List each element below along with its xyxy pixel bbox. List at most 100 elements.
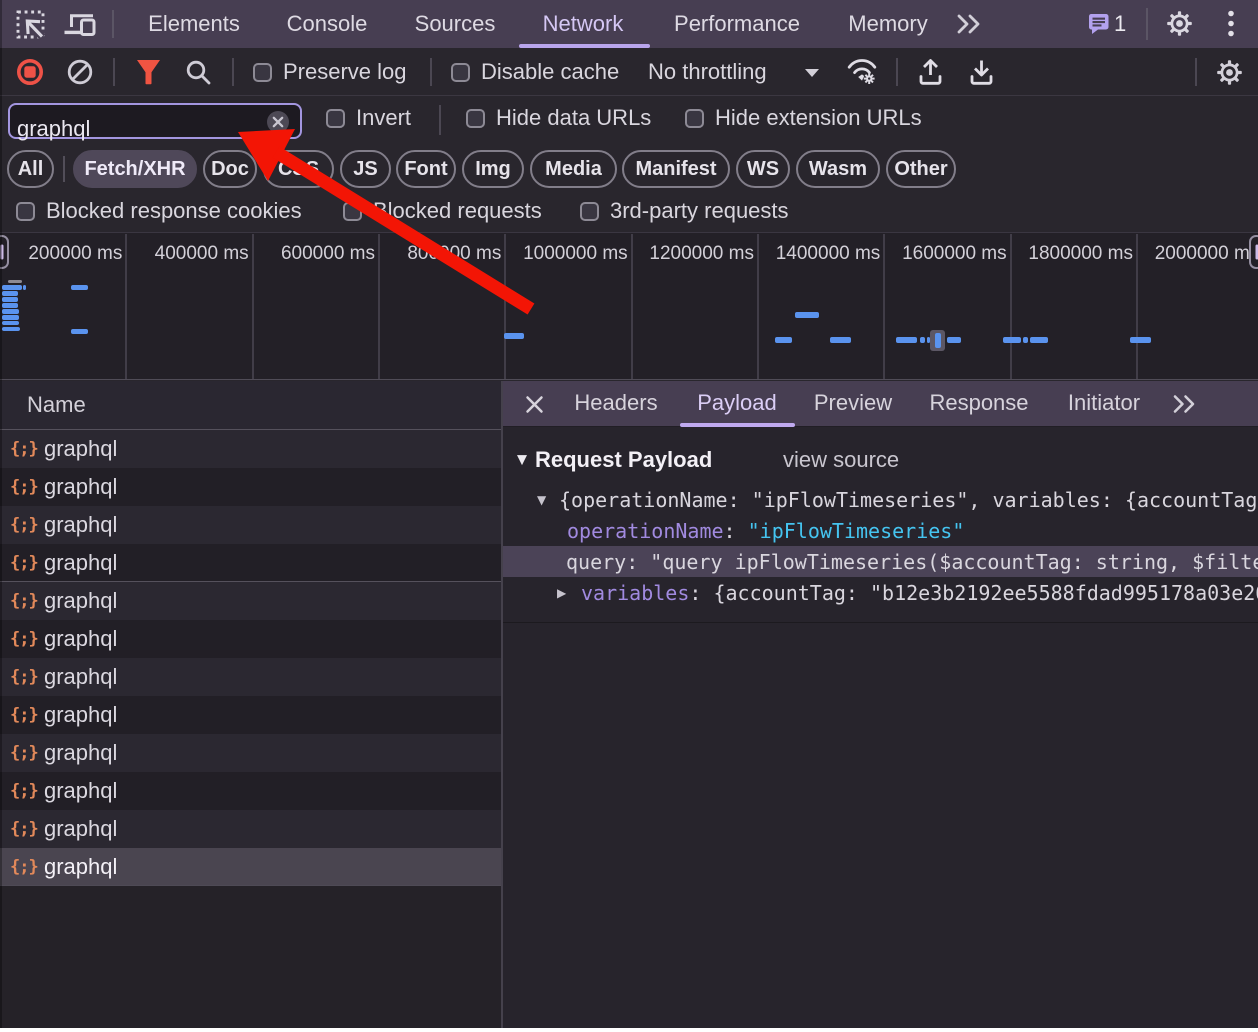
chip-ws[interactable]: WS [736, 150, 790, 188]
detail-tab-payload[interactable]: Payload [697, 390, 777, 416]
overview-grid-line [756, 234, 759, 379]
expanded-caret-icon[interactable]: ▼ [537, 493, 546, 507]
json-braces-icon: {;} [10, 439, 39, 459]
tab-sources[interactable]: Sources [415, 11, 496, 37]
request-payload-section-header[interactable]: ▼ Request Payload view source [503, 445, 1258, 475]
chip-manifest[interactable]: Manifest [622, 150, 730, 188]
toolbar-divider [232, 58, 234, 86]
chip-fetch-xhr[interactable]: Fetch/XHR [73, 150, 197, 188]
json-braces-icon: {;} [10, 743, 39, 763]
request-row[interactable]: {;} graphql [0, 582, 501, 620]
tab-console[interactable]: Console [287, 11, 368, 37]
detail-tab-preview[interactable]: Preview [814, 390, 892, 416]
preserve-log-label: Preserve log [283, 59, 407, 84]
collapsed-caret-icon[interactable]: ▶ [557, 586, 566, 600]
json-braces-icon: {;} [10, 515, 39, 535]
request-row[interactable]: {;} graphql [0, 430, 501, 468]
request-row[interactable]: {;} graphql [0, 696, 501, 734]
section-title: Request Payload [535, 447, 713, 472]
chip-all[interactable]: All [7, 150, 54, 188]
throttling-select[interactable]: No throttling [648, 59, 767, 85]
settings-gear-icon[interactable] [1165, 9, 1194, 38]
overview-request-bar [504, 333, 524, 339]
overview-right-handle[interactable] [1249, 235, 1258, 269]
request-name: graphql [44, 549, 118, 575]
json-braces-icon: {;} [10, 781, 39, 801]
detail-tab-headers[interactable]: Headers [574, 390, 657, 416]
detail-tab-initiator[interactable]: Initiator [1068, 390, 1140, 416]
device-toolbar-icon[interactable] [64, 11, 96, 37]
more-detail-tabs-icon[interactable] [1171, 394, 1199, 414]
section-collapse-icon[interactable]: ▼ [517, 453, 527, 468]
hide-extension-urls-checkbox[interactable] [685, 109, 704, 128]
disable-cache-checkbox[interactable] [451, 63, 470, 82]
filter-icon[interactable] [136, 59, 161, 85]
tab-performance[interactable]: Performance [674, 11, 800, 37]
kebab-menu-icon[interactable] [1224, 9, 1238, 39]
blocked-response-cookies-checkbox[interactable] [16, 202, 35, 221]
json-key: variables [581, 580, 690, 605]
payload-tree-row[interactable]: operationName: "ipFlowTimeseries" [503, 515, 1258, 546]
invert-filter-checkbox[interactable] [326, 109, 345, 128]
preserve-log-checkbox[interactable] [253, 63, 272, 82]
payload-tree-row[interactable]: query: "query ipFlowTimeseries($accountT… [503, 546, 1258, 577]
more-tabs-icon[interactable] [955, 13, 985, 35]
request-row[interactable]: {;} graphql [0, 468, 501, 506]
tab-network[interactable]: Network [543, 11, 624, 37]
tab-memory[interactable]: Memory [848, 11, 927, 37]
request-row[interactable]: {;} graphql [0, 620, 501, 658]
request-name: graphql [44, 702, 118, 727]
hide-data-urls-checkbox[interactable] [466, 109, 485, 128]
chip-font[interactable]: Font [396, 150, 456, 188]
export-har-icon[interactable] [969, 58, 994, 86]
devtools-tabbar: Elements Console Sources Network Performance… [0, 0, 1258, 48]
search-icon[interactable] [185, 59, 212, 86]
record-network-log-icon[interactable] [16, 58, 44, 86]
chip-wasm[interactable]: Wasm [796, 150, 880, 188]
request-row[interactable]: {;} graphql [0, 544, 501, 582]
network-settings-gear-icon[interactable] [1215, 58, 1244, 87]
chip-img[interactable]: Img [462, 150, 524, 188]
filter-bar: graphql Invert Hide data URLs Hide exten… [0, 97, 1258, 148]
chip-js[interactable]: JS [340, 150, 391, 188]
chip-other[interactable]: Other [886, 150, 956, 188]
request-details-pane: Headers Payload Preview Response Initiator ▼… [503, 381, 1258, 1028]
request-row[interactable]: {;} graphql [0, 658, 501, 696]
request-row[interactable]: {;} graphql [0, 734, 501, 772]
inspect-element-icon[interactable] [16, 10, 46, 40]
chip-css[interactable]: CSS [263, 150, 334, 188]
name-column-header[interactable]: Name [0, 381, 501, 430]
network-conditions-icon[interactable] [846, 57, 878, 86]
overview-request-bar [1003, 337, 1021, 343]
overview-request-bar [2, 309, 19, 314]
import-har-icon[interactable] [918, 58, 943, 86]
request-row[interactable]: {;} graphql [0, 506, 501, 544]
request-row[interactable]: {;} graphql [0, 810, 501, 848]
clear-network-log-icon[interactable] [67, 59, 93, 85]
request-name: graphql [44, 474, 118, 499]
window-left-edge [0, 0, 2, 1028]
detail-tab-response[interactable]: Response [929, 390, 1028, 416]
request-row[interactable]: {;} graphql [0, 848, 501, 886]
issues-icon[interactable] [1089, 14, 1111, 36]
payload-tree-row[interactable]: ▼ {operationName: "ipFlowTimeseries", var… [503, 484, 1258, 515]
clear-filter-icon[interactable] [266, 110, 290, 134]
network-overview-timeline[interactable]: 200000 ms 400000 ms 600000 ms 800000 ms 1000… [0, 232, 1258, 380]
blocked-filter-row: Blocked response cookies Blocked request… [0, 189, 1258, 232]
overview-time-label: 1400000 ms [775, 243, 881, 264]
request-row[interactable]: {;} graphql [0, 772, 501, 810]
third-party-requests-checkbox[interactable] [580, 202, 599, 221]
payload-tree-text: {operationName: "ipFlowTimeseries", vari… [559, 488, 1257, 512]
overview-request-bar [2, 285, 22, 290]
overview-time-label: 1800000 ms [1028, 243, 1133, 264]
tab-elements[interactable]: Elements [148, 11, 240, 37]
json-key: operationName [567, 518, 724, 543]
view-source-link[interactable]: view source [783, 447, 899, 473]
payload-tree-row[interactable]: ▶ variables: {accountTag: "b12e3b2192ee55… [503, 577, 1258, 608]
chip-doc[interactable]: Doc [203, 150, 257, 188]
close-details-icon[interactable] [525, 395, 544, 414]
chip-media[interactable]: Media [530, 150, 617, 188]
filter-input[interactable]: graphql [8, 103, 302, 141]
blocked-requests-checkbox[interactable] [343, 202, 362, 221]
json-text: : [723, 518, 748, 543]
